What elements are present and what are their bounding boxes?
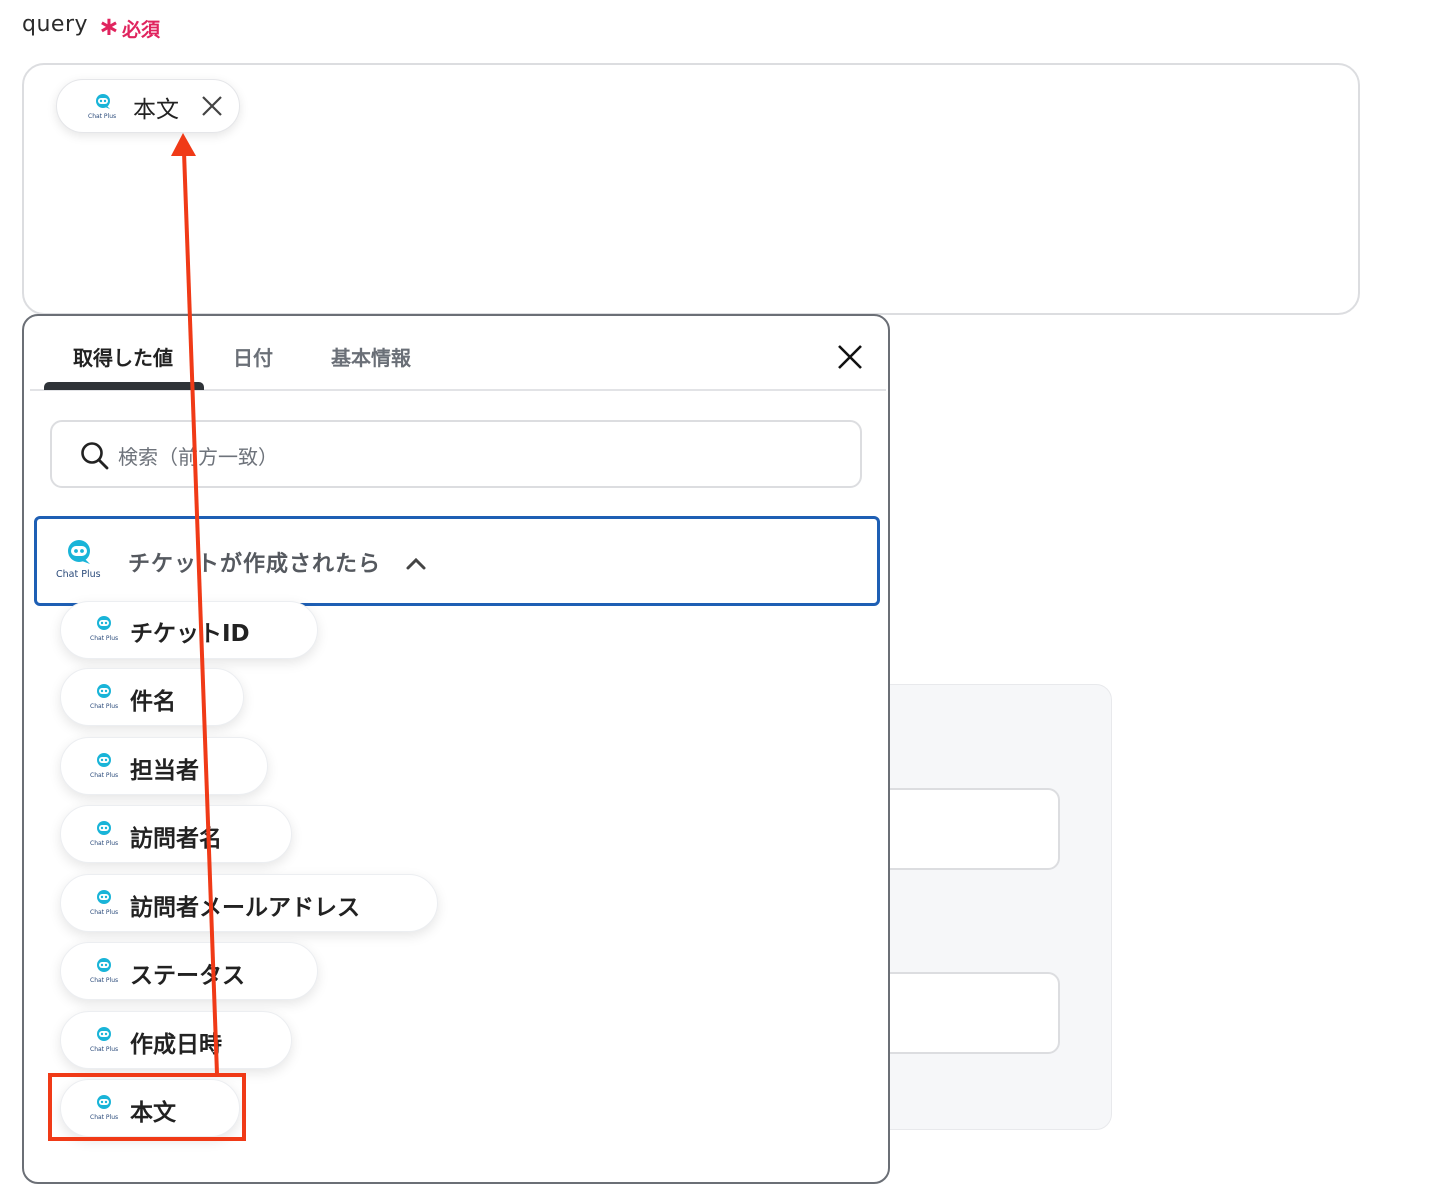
chevron-up-icon[interactable] [404, 553, 428, 573]
svg-text:Chat Plus: Chat Plus [90, 703, 118, 710]
chatplus-logo-icon: Chat Plus [88, 752, 122, 784]
search-icon [80, 441, 110, 471]
active-tab-indicator [44, 382, 204, 390]
svg-text:Chat Plus: Chat Plus [90, 977, 118, 984]
svg-text:Chat Plus: Chat Plus [56, 569, 101, 580]
chatplus-logo-icon: Chat Plus [88, 683, 122, 715]
required-label: 必須 [122, 19, 161, 41]
query-token-label: 本文 [133, 97, 179, 123]
tab-acquired-values[interactable]: 取得した値 [73, 342, 173, 371]
list-item-label: チケットID [130, 621, 250, 647]
close-icon[interactable] [200, 94, 224, 118]
list-item-label: 訪問者名 [130, 826, 222, 852]
svg-text:Chat Plus: Chat Plus [90, 840, 118, 847]
chatplus-logo-icon: Chat Plus [56, 538, 106, 584]
svg-text:Chat Plus: Chat Plus [90, 1046, 118, 1053]
group-header-label: チケットが作成されたら [128, 552, 382, 577]
list-item-label: 件名 [130, 689, 176, 715]
svg-text:Chat Plus: Chat Plus [90, 772, 118, 779]
svg-text:Chat Plus: Chat Plus [90, 909, 118, 916]
svg-text:Chat Plus: Chat Plus [88, 113, 116, 120]
chatplus-logo-icon: Chat Plus [88, 889, 122, 921]
chatplus-logo-icon: Chat Plus [88, 615, 122, 647]
annotation-highlight-box [48, 1073, 246, 1141]
list-item-label: 訪問者メールアドレス [130, 895, 360, 921]
search-input[interactable] [116, 436, 820, 478]
chatplus-logo-icon: Chat Plus [86, 93, 122, 125]
list-item-label: 作成日時 [130, 1032, 222, 1058]
list-item-label: ステータス [130, 963, 245, 989]
tab-basic-info[interactable]: 基本情報 [331, 342, 411, 371]
required-star: ∗ [98, 12, 120, 42]
svg-text:Chat Plus: Chat Plus [90, 635, 118, 642]
chatplus-logo-icon: Chat Plus [88, 957, 122, 989]
field-label: query [22, 12, 89, 37]
chatplus-logo-icon: Chat Plus [88, 820, 122, 852]
chatplus-logo-icon: Chat Plus [88, 1026, 122, 1058]
tab-date[interactable]: 日付 [233, 342, 273, 371]
close-icon[interactable] [836, 343, 864, 371]
list-item-label: 担当者 [130, 758, 199, 784]
